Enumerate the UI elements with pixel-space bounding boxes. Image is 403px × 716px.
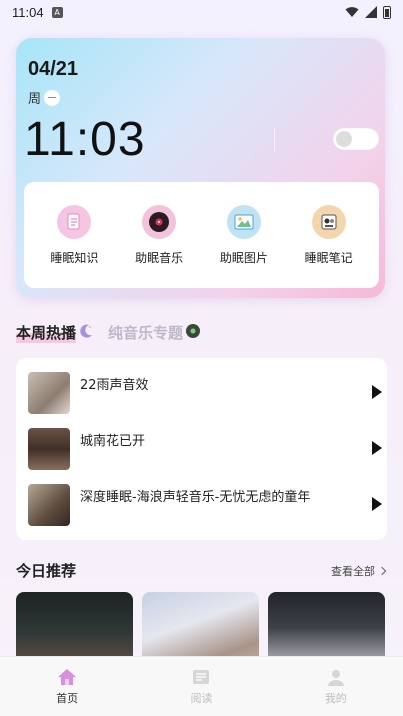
nav-label: 首页 [56, 691, 79, 705]
record-icon [185, 323, 201, 343]
track-thumbnail [28, 428, 70, 470]
vinyl-record-icon [142, 204, 177, 239]
feature-sleep-music[interactable]: 助眠音乐 [119, 204, 199, 266]
feature-label: 助眠音乐 [135, 250, 184, 265]
status-indicators [345, 5, 391, 19]
hot-playlist: 22雨声音效 城南花已开 深度睡眠-海浪声轻音乐-无忧无虑的童年 [16, 358, 387, 540]
clock-time: 11:03 [24, 113, 146, 166]
person-icon [326, 668, 346, 686]
weekday-badge: 一 [44, 89, 61, 106]
nav-read[interactable]: 阅读 [161, 668, 241, 706]
track-title: 22雨声音效 [80, 378, 149, 393]
tab-pure-music[interactable]: 纯音乐专题 [108, 322, 201, 343]
track-thumbnail [28, 484, 70, 526]
weekday-display: 周 一 [28, 88, 61, 107]
wifi-icon [345, 7, 359, 17]
divider [274, 128, 275, 152]
battery-icon [383, 5, 391, 19]
feature-label: 睡眠知识 [50, 250, 99, 265]
notification-icon: A [51, 6, 63, 18]
see-all-label: 查看全部 [331, 565, 375, 578]
tab-label: 本周热播 [16, 322, 77, 343]
nav-mine[interactable]: 我的 [296, 668, 376, 706]
track-title: 城南花已开 [80, 434, 146, 449]
book-icon [191, 668, 211, 686]
track-item[interactable]: 22雨声音效 [28, 372, 382, 414]
notebook-icon [311, 204, 346, 239]
see-all-link[interactable]: 查看全部 [331, 563, 387, 579]
date-display: 04/21 [28, 58, 79, 80]
alarm-toggle[interactable] [333, 128, 379, 150]
nav-label: 阅读 [190, 691, 213, 705]
section-tabs: 本周热播 纯音乐专题 [16, 322, 201, 343]
feature-sleep-notes[interactable]: 睡眠笔记 [289, 204, 369, 266]
play-icon[interactable] [372, 385, 382, 399]
status-bar: 11:04 A [0, 0, 403, 24]
document-icon [57, 204, 92, 239]
feature-label: 助眠图片 [219, 250, 268, 265]
track-item[interactable]: 深度睡眠-海浪声轻音乐-无忧无虑的童年 [28, 484, 382, 526]
nav-home[interactable]: 首页 [27, 668, 107, 706]
feature-sleep-knowledge[interactable]: 睡眠知识 [34, 204, 114, 266]
clock-card: 04/21 周 一 11:03 睡眠知识 助眠音乐 助眠图片 睡眠笔记 [16, 38, 385, 298]
feature-sleep-pictures[interactable]: 助眠图片 [204, 204, 284, 266]
play-icon[interactable] [372, 441, 382, 455]
feature-grid: 睡眠知识 助眠音乐 助眠图片 睡眠笔记 [24, 182, 379, 288]
bottom-nav: 首页 阅读 我的 [0, 656, 403, 716]
signal-icon [365, 6, 377, 18]
tab-weekly-hot[interactable]: 本周热播 [16, 322, 94, 343]
play-icon[interactable] [372, 497, 382, 511]
track-title: 深度睡眠-海浪声轻音乐-无忧无虑的童年 [80, 490, 311, 505]
weekday-label: 周 [28, 92, 42, 107]
nav-label: 我的 [324, 691, 347, 705]
recommend-title: 今日推荐 [16, 562, 77, 580]
chevron-right-icon [377, 566, 387, 576]
tab-label: 纯音乐专题 [108, 324, 184, 342]
home-icon [57, 668, 77, 686]
track-thumbnail [28, 372, 70, 414]
status-time: 11:04 [12, 4, 44, 20]
moon-icon [78, 323, 94, 343]
feature-label: 睡眠笔记 [304, 250, 353, 265]
track-item[interactable]: 城南花已开 [28, 428, 382, 470]
picture-icon [226, 204, 261, 239]
